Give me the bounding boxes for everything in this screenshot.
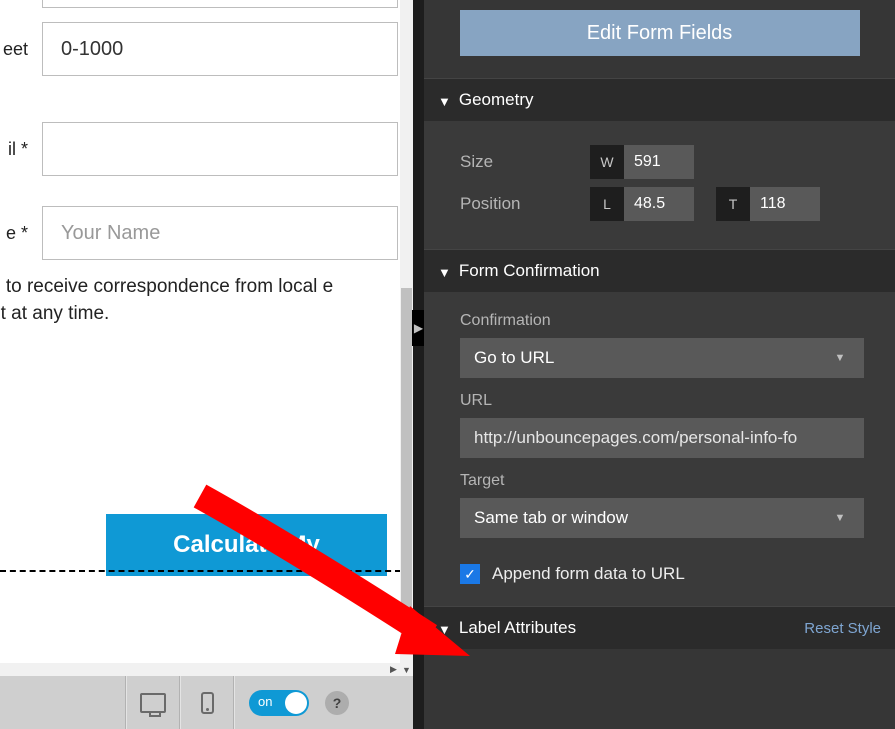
position-row: Position L T bbox=[460, 187, 877, 221]
url-input[interactable] bbox=[460, 418, 864, 458]
form-container: ns eet il * e * e to receive corresponde… bbox=[0, 0, 410, 327]
caret-down-icon: ▼ bbox=[828, 338, 852, 378]
size-row: Size W bbox=[460, 145, 877, 179]
disclaimer-line: nt at any time. bbox=[0, 301, 398, 328]
top-tag: T bbox=[716, 187, 750, 221]
section-header-confirmation[interactable]: ▼ Form Confirmation bbox=[424, 249, 895, 292]
properties-panel: Edit Form Fields ▼ Geometry Size W Posit… bbox=[424, 0, 895, 729]
select-value: Go to URL bbox=[474, 348, 554, 368]
mobile-view-button[interactable] bbox=[180, 676, 234, 729]
mobile-icon bbox=[201, 692, 214, 714]
form-canvas: ns eet il * e * e to receive corresponde… bbox=[0, 0, 424, 729]
section-title: Geometry bbox=[459, 90, 534, 110]
desktop-view-button[interactable] bbox=[126, 676, 180, 729]
form-row: il * bbox=[0, 122, 398, 176]
width-field: W bbox=[590, 145, 694, 179]
horizontal-scrollbar[interactable]: ▶ bbox=[0, 663, 400, 676]
field-label: eet bbox=[0, 39, 28, 60]
field-label: il * bbox=[0, 139, 28, 160]
panel-divider: ▶ bbox=[413, 0, 424, 729]
url-label: URL bbox=[460, 392, 877, 410]
toggle-container: on ? bbox=[234, 676, 424, 729]
scrollbar-thumb[interactable] bbox=[401, 288, 412, 628]
target-label: Target bbox=[460, 472, 877, 490]
append-data-row: ✓ Append form data to URL bbox=[460, 564, 877, 584]
confirmation-select[interactable]: Go to URL ▼ bbox=[460, 338, 864, 378]
position-label: Position bbox=[460, 194, 590, 214]
disclaimer-line: e to receive correspondence from local e bbox=[0, 274, 398, 301]
left-field: L bbox=[590, 187, 694, 221]
append-data-label: Append form data to URL bbox=[492, 564, 685, 584]
help-button[interactable]: ? bbox=[325, 691, 349, 715]
select-value: Same tab or window bbox=[474, 508, 628, 528]
panel-content: Edit Form Fields ▼ Geometry Size W Posit… bbox=[424, 0, 895, 649]
scroll-down-icon[interactable]: ▼ bbox=[400, 663, 413, 676]
desktop-icon bbox=[140, 693, 166, 713]
reset-style-link[interactable]: Reset Style bbox=[804, 620, 881, 637]
confirmation-body: Confirmation Go to URL ▼ URL Target Same… bbox=[424, 292, 895, 606]
cta-container: Calculate My bbox=[106, 514, 387, 576]
toggle-label: on bbox=[258, 694, 272, 709]
section-title: Form Confirmation bbox=[459, 261, 600, 281]
scroll-right-icon[interactable]: ▶ bbox=[387, 663, 400, 676]
top-field: T bbox=[716, 187, 820, 221]
geometry-body: Size W Position L T bbox=[424, 121, 895, 249]
top-input[interactable] bbox=[750, 187, 820, 221]
form-row: e * bbox=[0, 206, 398, 260]
name-input[interactable] bbox=[42, 206, 398, 260]
width-tag: W bbox=[590, 145, 624, 179]
toolbar-spacer bbox=[0, 676, 126, 729]
chevron-down-icon: ▼ bbox=[438, 94, 451, 109]
toggle-knob bbox=[285, 692, 307, 714]
confirmation-label: Confirmation bbox=[460, 312, 877, 330]
size-label: Size bbox=[460, 152, 590, 172]
chevron-down-icon: ▼ bbox=[438, 622, 451, 637]
section-header-geometry[interactable]: ▼ Geometry bbox=[424, 78, 895, 121]
form-row: eet bbox=[0, 22, 398, 76]
disclaimer-text: e to receive correspondence from local e… bbox=[0, 274, 398, 327]
section-boundary bbox=[0, 570, 401, 572]
edit-form-fields-button[interactable]: Edit Form Fields bbox=[460, 10, 860, 56]
width-input[interactable] bbox=[624, 145, 694, 179]
section-header-label-attrs[interactable]: ▼ Label Attributes Reset Style bbox=[424, 606, 895, 649]
form-row: ns bbox=[0, 0, 398, 8]
append-data-checkbox[interactable]: ✓ bbox=[460, 564, 480, 584]
target-select[interactable]: Same tab or window ▼ bbox=[460, 498, 864, 538]
calculate-button[interactable]: Calculate My bbox=[106, 514, 387, 576]
text-input[interactable] bbox=[42, 0, 398, 8]
chevron-down-icon: ▼ bbox=[438, 265, 451, 280]
field-label: e * bbox=[0, 223, 28, 244]
text-input[interactable] bbox=[42, 22, 398, 76]
left-input[interactable] bbox=[624, 187, 694, 221]
visibility-toggle[interactable]: on bbox=[249, 690, 309, 716]
caret-down-icon: ▼ bbox=[828, 498, 852, 538]
device-toolbar: on ? bbox=[0, 676, 424, 729]
left-tag: L bbox=[590, 187, 624, 221]
section-title: Label Attributes bbox=[459, 618, 576, 638]
email-input[interactable] bbox=[42, 122, 398, 176]
